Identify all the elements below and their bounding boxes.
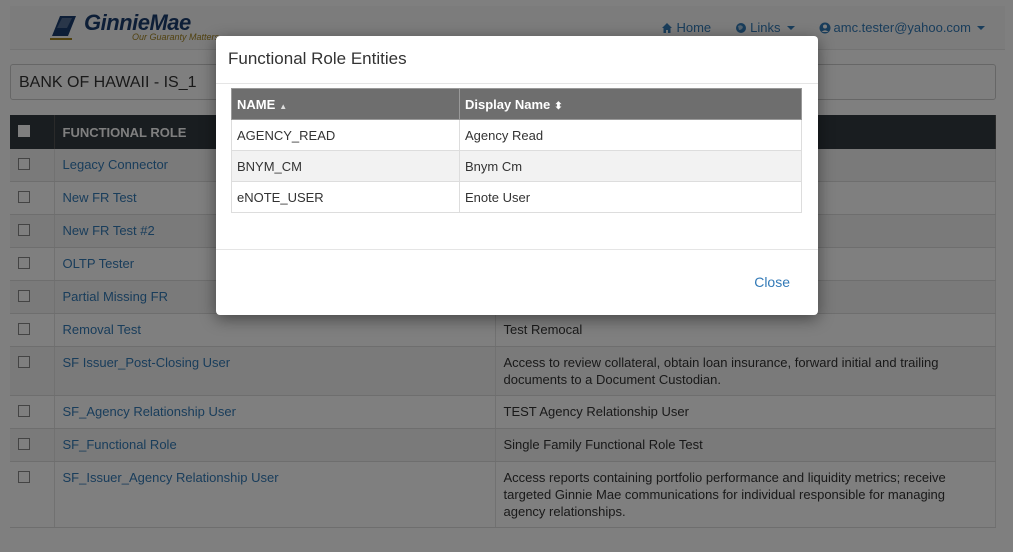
entity-display-name-cell: Agency Read <box>459 119 802 151</box>
modal-header: Functional Role Entities <box>216 36 818 84</box>
entities-table: NAME ▲ Display Name ⬍ AGENCY_READ Agency Re… <box>231 88 802 213</box>
sort-icon: ⬍ <box>554 100 563 112</box>
sort-asc-icon: ▲ <box>279 101 288 111</box>
entities-table-body: AGENCY_READ Agency Read BNYM_CM Bnym Cm eNOT… <box>231 119 802 213</box>
close-button[interactable]: Close <box>754 274 790 290</box>
entities-header-row: NAME ▲ Display Name ⬍ <box>231 88 802 120</box>
entity-display-name-cell: Enote User <box>459 181 802 213</box>
modal-title: Functional Role Entities <box>228 49 407 68</box>
display-name-column-label: Display Name <box>465 96 551 112</box>
modal-footer: Close <box>216 250 818 314</box>
entity-name-cell: BNYM_CM <box>231 150 460 182</box>
entity-display-name-cell: Bnym Cm <box>459 150 802 182</box>
list-item: BNYM_CM Bnym Cm <box>231 150 802 182</box>
modal-body: NAME ▲ Display Name ⬍ AGENCY_READ Agency Re… <box>216 84 818 250</box>
name-column-label: NAME <box>237 96 276 112</box>
list-item: AGENCY_READ Agency Read <box>231 119 802 151</box>
entity-name-cell: eNOTE_USER <box>231 181 460 213</box>
functional-role-entities-modal: Functional Role Entities NAME ▲ Display N… <box>216 36 818 315</box>
entity-name-cell: AGENCY_READ <box>231 119 460 151</box>
list-item: eNOTE_USER Enote User <box>231 181 802 213</box>
display-name-column-header[interactable]: Display Name ⬍ <box>459 88 802 120</box>
name-column-header[interactable]: NAME ▲ <box>231 88 460 120</box>
